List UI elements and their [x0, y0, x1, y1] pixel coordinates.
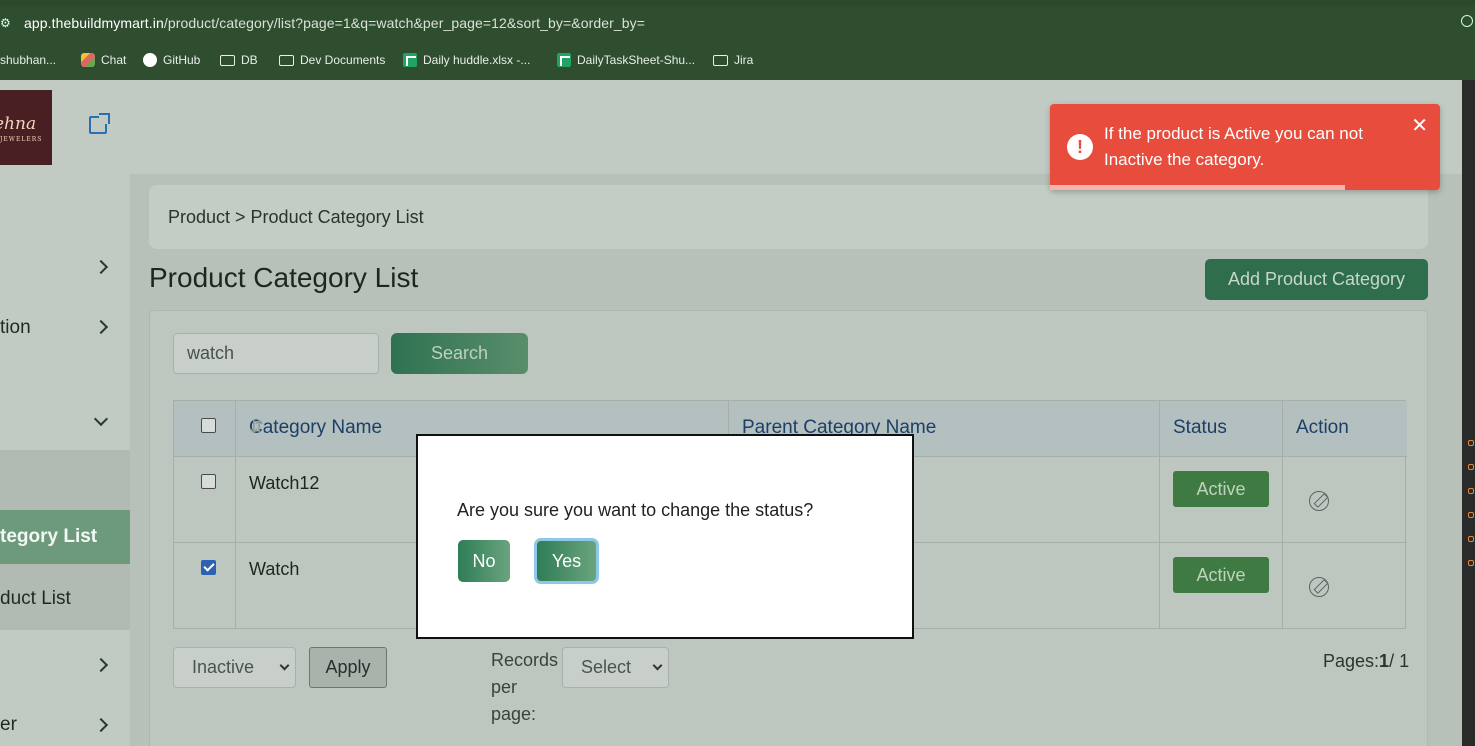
chevron-right-icon — [93, 319, 109, 335]
devtools-marker-icon — [1468, 560, 1474, 566]
devtools-marker-icon — [1468, 440, 1474, 446]
bookmark-profile[interactable]: shubhan... — [0, 53, 56, 67]
row-checkbox[interactable] — [201, 560, 216, 575]
chevron-down-icon — [279, 660, 290, 671]
sidebar-item-category-list[interactable]: tegory List — [0, 510, 130, 564]
url-text[interactable]: app.thebuildmymart.in/product/category/l… — [24, 15, 645, 31]
sidebar: tion tegory List duct List er — [0, 174, 130, 746]
action-cell — [1283, 543, 1407, 629]
confirm-status-dialog: Are you sure you want to change the stat… — [416, 434, 914, 639]
sidebar-item-product-list[interactable]: duct List — [0, 588, 130, 618]
sheets-icon — [557, 53, 571, 67]
sidebar-item-1[interactable] — [0, 254, 130, 284]
chevron-right-icon — [93, 259, 109, 275]
bookmark-daily-task-sheet[interactable]: DailyTaskSheet-Shu... — [557, 53, 695, 67]
github-icon — [143, 53, 157, 67]
bulk-status-select[interactable]: Inactive — [173, 647, 296, 688]
bookmark-github[interactable]: GitHub — [143, 53, 200, 67]
site-settings-icon[interactable]: ⚙ — [0, 16, 14, 30]
sidebar-item-product[interactable] — [0, 410, 130, 440]
brand-logo[interactable]: ehna JEWELERS — [0, 90, 52, 165]
breadcrumb: Product > Product Category List — [149, 185, 1428, 249]
column-header-action: Action — [1283, 401, 1407, 456]
folder-icon — [220, 54, 235, 66]
folder-icon — [279, 54, 294, 66]
browser-extension-icon[interactable] — [1461, 15, 1473, 27]
sidebar-item-7[interactable]: er — [0, 714, 130, 744]
devtools-marker-icon — [1468, 512, 1474, 518]
folder-icon — [713, 54, 728, 66]
chevron-right-icon — [93, 657, 109, 673]
sheets-icon — [403, 53, 417, 67]
sidebar-item-6[interactable] — [0, 652, 130, 682]
records-per-page-label: Records per page: — [491, 650, 559, 724]
bookmarks-bar: shubhan... Chat GitHub DB Dev Documents … — [0, 40, 1475, 80]
pagination-info: Pages:1/ 1 — [1323, 651, 1410, 671]
bookmark-daily-huddle[interactable]: Daily huddle.xlsx -... — [403, 53, 530, 67]
close-icon[interactable]: ✕ — [1411, 116, 1428, 136]
chevron-down-icon — [93, 411, 109, 427]
apply-button[interactable]: Apply — [309, 647, 387, 688]
row-checkbox[interactable] — [201, 474, 216, 489]
external-link-icon[interactable] — [89, 113, 110, 134]
sidebar-item-2[interactable]: tion — [0, 314, 130, 344]
chevron-right-icon — [93, 717, 109, 733]
devtools-marker-icon — [1468, 536, 1474, 542]
toast-message: If the product is Active you can not Ina… — [1104, 124, 1363, 169]
action-cell — [1283, 457, 1407, 543]
row-select-cell — [174, 457, 236, 543]
exclamation-icon: ! — [1067, 134, 1093, 160]
status-cell: Active — [1160, 543, 1283, 629]
devtools-panel-edge — [1462, 80, 1475, 746]
no-button[interactable]: No — [458, 540, 510, 582]
select-all-checkbox[interactable] — [201, 418, 216, 433]
column-header-status: Status — [1160, 401, 1283, 456]
records-per-page-select[interactable]: Select — [562, 647, 669, 688]
sort-icon[interactable]: ⇵ — [249, 417, 264, 438]
add-product-category-button[interactable]: Add Product Category — [1205, 259, 1428, 300]
chat-icon — [81, 53, 95, 67]
search-button[interactable]: Search — [391, 333, 528, 374]
bookmark-db[interactable]: DB — [220, 53, 258, 67]
devtools-marker-icon — [1468, 464, 1474, 470]
status-cell: Active — [1160, 457, 1283, 543]
status-toggle-button[interactable]: Active — [1173, 471, 1269, 507]
bookmark-dev-documents[interactable]: Dev Documents — [279, 53, 385, 67]
bookmark-jira[interactable]: Jira — [713, 53, 753, 67]
dialog-message: Are you sure you want to change the stat… — [457, 500, 814, 520]
yes-button[interactable]: Yes — [534, 538, 599, 584]
select-all-header — [174, 401, 236, 456]
edit-icon[interactable] — [1309, 577, 1329, 597]
devtools-marker-icon — [1468, 488, 1474, 494]
bookmark-chat[interactable]: Chat — [81, 53, 126, 67]
search-input[interactable] — [173, 333, 379, 374]
status-toggle-button[interactable]: Active — [1173, 557, 1269, 593]
page-title: Product Category List — [149, 262, 419, 293]
address-bar[interactable]: ⚙ app.thebuildmymart.in/product/category… — [0, 6, 1475, 40]
error-toast: ! If the product is Active you can not I… — [1050, 104, 1440, 190]
edit-icon[interactable] — [1309, 491, 1329, 511]
chevron-down-icon — [652, 660, 663, 671]
toast-progress-bar — [1050, 185, 1345, 190]
row-select-cell — [174, 543, 236, 629]
